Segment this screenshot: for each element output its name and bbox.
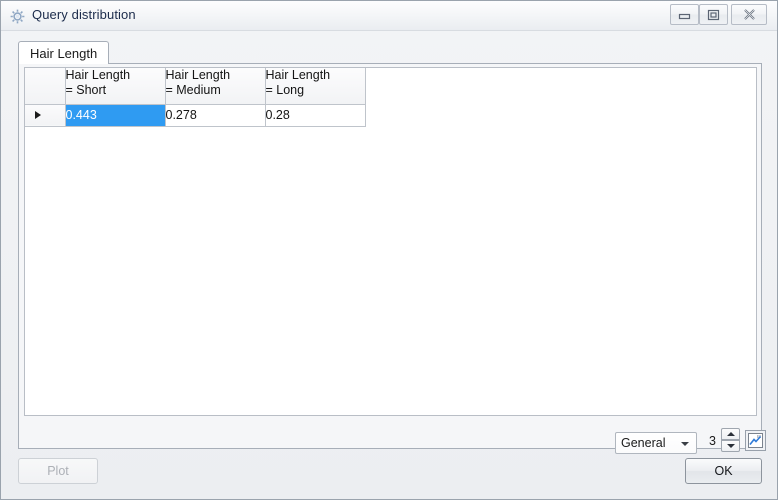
cell-hair-length-short[interactable]: 0.443	[65, 104, 166, 127]
chevron-down-icon	[681, 442, 689, 446]
chart-toggle-button[interactable]	[745, 430, 766, 451]
line-chart-icon	[748, 433, 763, 452]
distribution-grid: Hair Length = Short Hair Length = Medium…	[24, 67, 757, 416]
close-icon	[732, 5, 766, 24]
precision-value: 3	[709, 434, 716, 448]
window-title: Query distribution	[32, 7, 136, 22]
row-header-cell[interactable]	[25, 104, 66, 127]
tab-label: Hair Length	[30, 45, 98, 61]
current-row-arrow-icon	[35, 111, 41, 119]
precision-stepper[interactable]	[721, 428, 740, 453]
number-format-select[interactable]: General	[615, 432, 697, 454]
number-format-value: General	[621, 436, 666, 450]
cell-hair-length-medium[interactable]: 0.278	[165, 104, 266, 127]
table-row[interactable]: 0.443 0.278 0.28	[25, 104, 366, 127]
grid-header-row: Hair Length = Short Hair Length = Medium…	[25, 68, 366, 105]
cell-hair-length-long[interactable]: 0.28	[265, 104, 366, 127]
tab-panel: Hair Length = Short Hair Length = Medium…	[18, 63, 766, 454]
column-header-hair-length-short[interactable]: Hair Length = Short	[65, 68, 166, 105]
gear-icon	[9, 8, 26, 25]
tab-strip: Hair Length	[18, 41, 762, 64]
title-bar: Query distribution	[1, 1, 777, 31]
column-header-hair-length-long[interactable]: Hair Length = Long	[265, 68, 366, 105]
precision-decrement-button[interactable]	[721, 440, 740, 452]
tab-hair-length[interactable]: Hair Length	[18, 41, 110, 64]
ok-button-label: OK	[714, 464, 733, 478]
column-header-hair-length-medium[interactable]: Hair Length = Medium	[165, 68, 266, 105]
plot-button-label: Plot	[47, 464, 69, 478]
grid-table: Hair Length = Short Hair Length = Medium…	[25, 68, 366, 127]
precision-increment-button[interactable]	[721, 428, 740, 440]
query-distribution-window: Query distribution Hair Length = Short H…	[0, 0, 778, 500]
minimize-icon	[671, 5, 698, 24]
close-button[interactable]	[731, 4, 767, 25]
triangle-up-icon	[726, 432, 735, 436]
minimize-button[interactable]	[670, 4, 699, 25]
plot-button[interactable]: Plot	[18, 458, 98, 484]
maximize-button[interactable]	[699, 4, 728, 25]
ok-button[interactable]: OK	[685, 458, 762, 484]
grid-corner-header[interactable]	[25, 68, 66, 105]
triangle-down-icon	[726, 444, 735, 448]
maximize-icon	[700, 5, 727, 24]
